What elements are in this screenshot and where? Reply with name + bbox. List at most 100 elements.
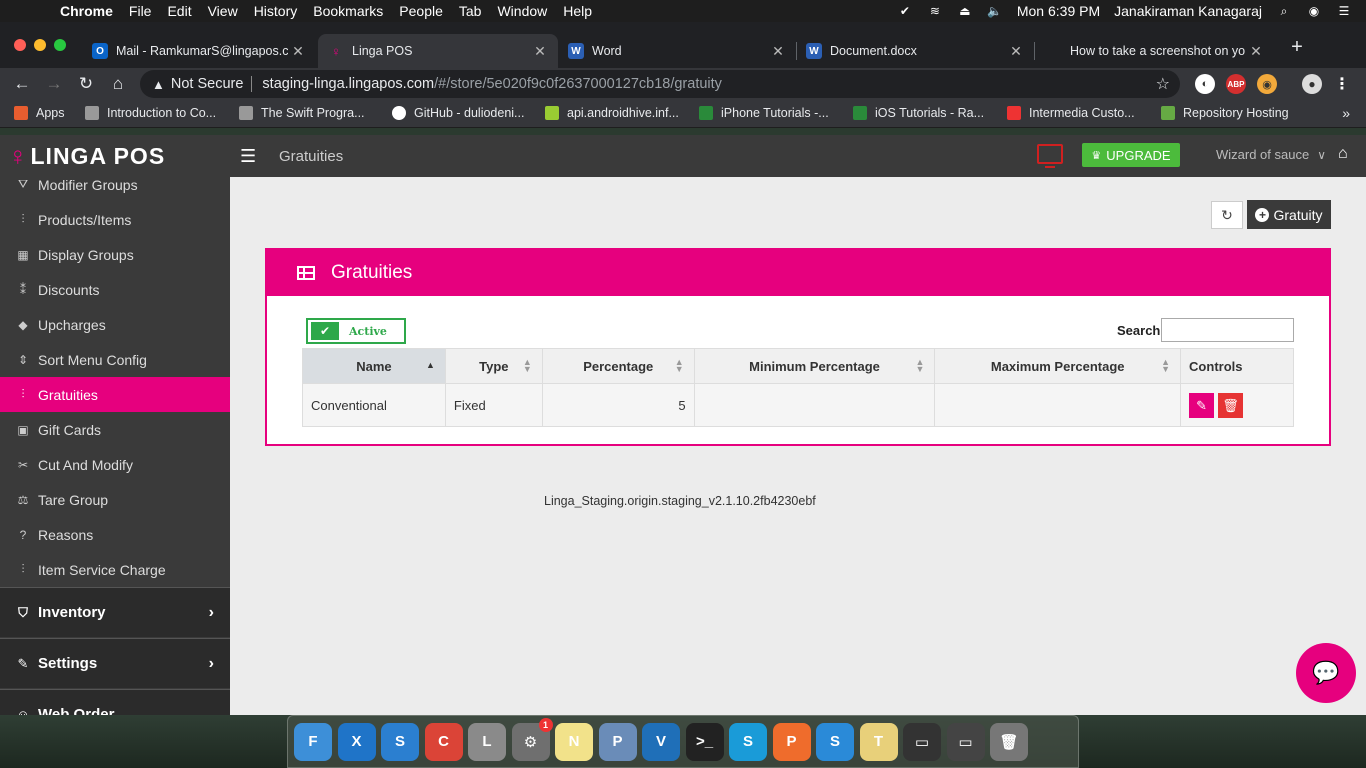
preview-icon[interactable]: P bbox=[598, 722, 637, 761]
window-icon[interactable]: ▭ bbox=[946, 722, 985, 761]
menubar-clock[interactable]: Mon 6:39 PM bbox=[1017, 3, 1100, 19]
close-tab-icon[interactable]: ✕ bbox=[768, 43, 788, 60]
notification-center-icon[interactable]: ☰ bbox=[1336, 4, 1352, 18]
extension-icon[interactable]: ◐ bbox=[1195, 74, 1215, 94]
warning-icon[interactable]: ▲ bbox=[152, 77, 165, 92]
profile-avatar-icon[interactable]: ● bbox=[1302, 74, 1322, 94]
menu-app-name[interactable]: Chrome bbox=[60, 3, 113, 19]
postman-icon[interactable]: P bbox=[772, 722, 811, 761]
menu-edit[interactable]: Edit bbox=[167, 3, 191, 19]
sidebar-item-reasons[interactable]: ? Reasons bbox=[0, 517, 230, 552]
menu-tab[interactable]: Tab bbox=[459, 3, 482, 19]
refresh-button[interactable]: ↻ bbox=[1211, 201, 1243, 229]
notes-icon[interactable]: N bbox=[555, 722, 593, 761]
simulator-icon[interactable]: S bbox=[381, 722, 419, 761]
address-bar[interactable]: ▲ Not Secure staging-linga.lingapos.com … bbox=[140, 70, 1180, 98]
menu-bookmarks[interactable]: Bookmarks bbox=[313, 3, 383, 19]
minimize-window-button[interactable] bbox=[34, 39, 46, 51]
menu-window[interactable]: Window bbox=[497, 3, 547, 19]
sidebar-item-discounts[interactable]: ⁑ Discounts bbox=[0, 272, 230, 307]
search-input[interactable] bbox=[1161, 318, 1294, 342]
new-tab-button[interactable]: + bbox=[1286, 36, 1308, 59]
store-selector[interactable]: Wizard of sauce ∨ bbox=[1216, 147, 1326, 162]
column-header-name[interactable]: Name ▲ bbox=[302, 348, 446, 384]
close-tab-icon[interactable]: ✕ bbox=[1246, 43, 1266, 60]
bookmark-item[interactable]: iPhone Tutorials -... bbox=[699, 106, 829, 120]
reload-button[interactable]: ↻ bbox=[70, 74, 102, 94]
bookmark-item[interactable]: Introduction to Co... bbox=[85, 106, 216, 120]
security-label[interactable]: Not Secure bbox=[171, 76, 244, 92]
bookmark-item[interactable]: GitHub - duliodeni... bbox=[392, 106, 524, 120]
sidebar-item-upcharges[interactable]: ◆ Upcharges bbox=[0, 307, 230, 342]
textedit-icon[interactable]: T bbox=[859, 722, 898, 761]
bookmark-apps[interactable]: Apps bbox=[14, 106, 65, 120]
bookmark-item[interactable]: Repository Hosting bbox=[1161, 106, 1289, 120]
sidebar-group-inventory[interactable]: ⛉ Inventory › bbox=[0, 587, 230, 637]
sidebar-item-modifier-groups[interactable]: ⛛ Modifier Groups bbox=[0, 167, 230, 202]
sidebar-item-sort-menu-config[interactable]: ⇕ Sort Menu Config bbox=[0, 342, 230, 377]
menu-people[interactable]: People bbox=[399, 3, 443, 19]
upgrade-button[interactable]: ♛ UPGRADE bbox=[1082, 143, 1180, 167]
menubar-user[interactable]: Janakiraman Kanagaraj bbox=[1114, 3, 1262, 19]
add-gratuity-button[interactable]: + Gratuity bbox=[1247, 200, 1331, 229]
finder-icon[interactable]: F bbox=[294, 722, 332, 761]
active-filter-toggle[interactable]: ✔ Active bbox=[306, 318, 406, 344]
column-header-max-percentage[interactable]: Maximum Percentage ▲ ▼ bbox=[934, 348, 1182, 384]
sidebar-item-tare-group[interactable]: ⚖ Tare Group bbox=[0, 482, 230, 517]
sidebar-item-cut-and-modify[interactable]: ✂ Cut And Modify bbox=[0, 447, 230, 482]
spotlight-search-icon[interactable]: ⌕ bbox=[1276, 4, 1292, 18]
tab-mail[interactable]: O Mail - RamkumarS@lingapos.co ✕ bbox=[82, 34, 316, 68]
owl-extension-icon[interactable]: ◉ bbox=[1257, 74, 1277, 94]
trash-icon[interactable]: 🗑 bbox=[990, 722, 1028, 761]
wifi-icon[interactable]: ≋ bbox=[927, 4, 943, 18]
sidebar-group-settings[interactable]: ✎ Settings › bbox=[0, 638, 230, 688]
forward-button[interactable]: → bbox=[38, 74, 70, 94]
bookmark-item[interactable]: api.androidhive.inf... bbox=[545, 106, 679, 120]
tab-screenshot-howto[interactable]: How to take a screenshot on yo ✕ bbox=[1036, 34, 1274, 68]
menu-view[interactable]: View bbox=[208, 3, 238, 19]
screenshot-icon[interactable]: ▭ bbox=[903, 722, 941, 761]
column-header-min-percentage[interactable]: Minimum Percentage ▲ ▼ bbox=[693, 348, 936, 384]
tab-word[interactable]: W Word ✕ bbox=[558, 34, 797, 68]
sidebar-item-display-groups[interactable]: ▦ Display Groups bbox=[0, 237, 230, 272]
checkmark-status-icon[interactable]: ✔ bbox=[897, 4, 913, 18]
maximize-window-button[interactable] bbox=[54, 39, 66, 51]
delete-trash-icon[interactable]: 🗑 bbox=[1218, 392, 1244, 418]
xcode-icon[interactable]: X bbox=[337, 722, 376, 761]
sidebar-item-gratuities[interactable]: ⫶ Gratuities bbox=[0, 377, 230, 412]
chrome-icon[interactable]: C bbox=[424, 722, 463, 761]
back-button[interactable]: ← bbox=[6, 74, 38, 94]
sidebar-group-web-order[interactable]: ☺ Web Order bbox=[0, 689, 230, 715]
chat-support-icon[interactable]: 💬 bbox=[1296, 643, 1356, 703]
sidebar-item-products-items[interactable]: ⫶ Products/Items bbox=[0, 202, 230, 237]
menu-help[interactable]: Help bbox=[563, 3, 592, 19]
edit-pencil-icon[interactable]: ✎ bbox=[1189, 392, 1215, 418]
column-header-percentage[interactable]: Percentage ▲ ▼ bbox=[541, 348, 695, 384]
system-preferences-icon[interactable]: ⚙ 1 bbox=[511, 717, 553, 761]
chrome-menu-icon[interactable]: ⋮ bbox=[1332, 74, 1352, 94]
tab-document[interactable]: W Document.docx ✕ bbox=[796, 34, 1035, 68]
bookmark-star-icon[interactable]: ☆ bbox=[1156, 74, 1170, 94]
adblock-icon[interactable]: ABP bbox=[1226, 74, 1246, 94]
more-bookmarks-icon[interactable]: » bbox=[1342, 105, 1350, 121]
bookmark-item[interactable]: The Swift Progra... bbox=[239, 106, 365, 120]
terminal-icon[interactable]: >_ bbox=[685, 722, 724, 761]
close-tab-icon[interactable]: ✕ bbox=[288, 43, 308, 60]
volume-icon[interactable]: 🔈 bbox=[987, 4, 1003, 18]
menu-history[interactable]: History bbox=[254, 3, 298, 19]
menu-file[interactable]: File bbox=[129, 3, 152, 19]
sidebar-item-gift-cards[interactable]: ▣ Gift Cards bbox=[0, 412, 230, 447]
monitor-icon[interactable] bbox=[1037, 144, 1063, 168]
tab-linga-pos[interactable]: ♀ Linga POS ✕ bbox=[318, 34, 558, 68]
bookmark-item[interactable]: iOS Tutorials - Ra... bbox=[853, 106, 984, 120]
airplay-icon[interactable]: ⏏ bbox=[957, 4, 973, 18]
sidebar-item-service-charge[interactable]: ⫶ Item Service Charge bbox=[0, 552, 230, 587]
close-tab-icon[interactable]: ✕ bbox=[1006, 43, 1026, 60]
column-header-type[interactable]: Type ▲ ▼ bbox=[444, 348, 543, 384]
hamburger-menu-icon[interactable]: ☰ bbox=[240, 146, 258, 167]
close-window-button[interactable] bbox=[14, 39, 26, 51]
skype-icon[interactable]: S bbox=[729, 722, 767, 761]
bookmark-item[interactable]: Intermedia Custo... bbox=[1007, 106, 1135, 120]
safari-icon[interactable]: S bbox=[816, 722, 854, 761]
home-button[interactable]: ⌂ bbox=[102, 74, 134, 94]
